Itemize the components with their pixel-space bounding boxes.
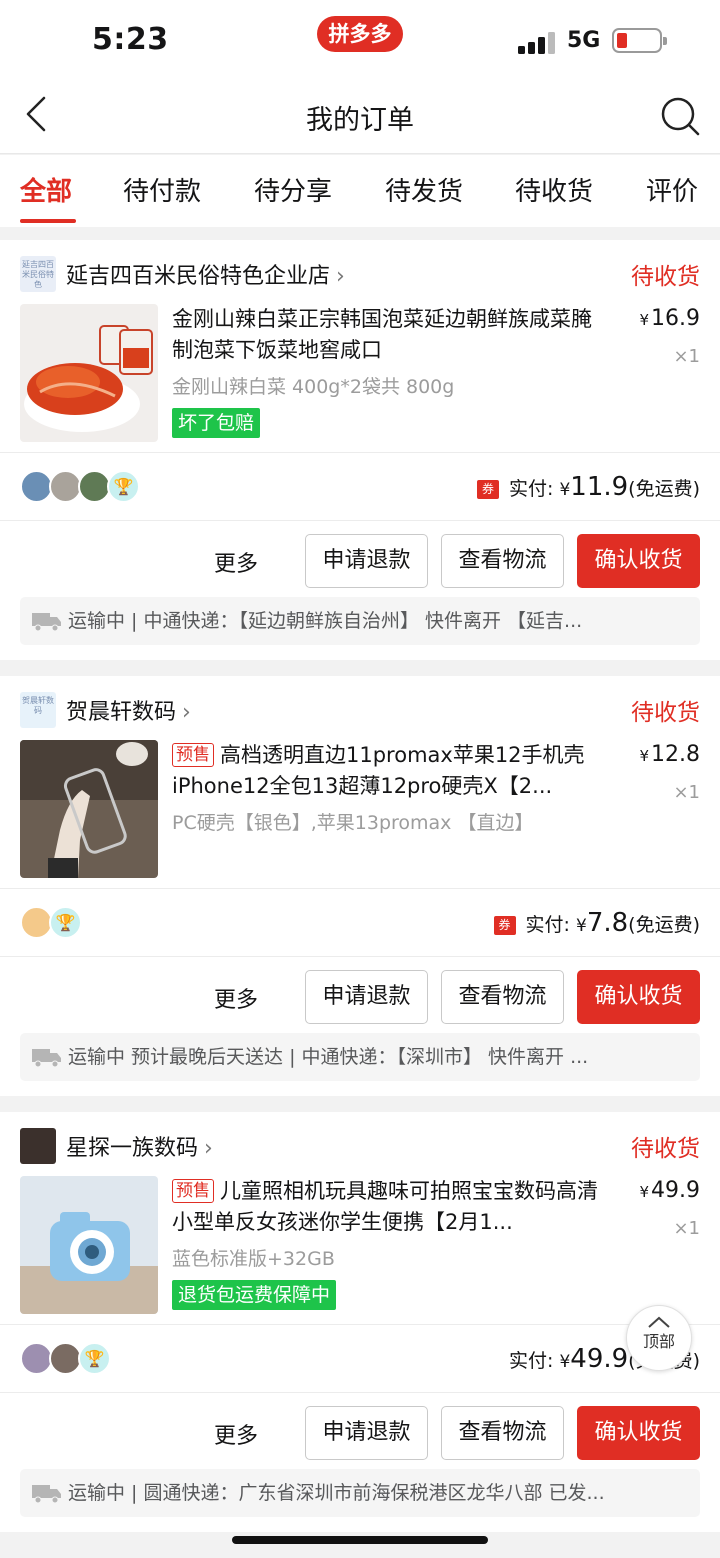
- logistics-info[interactable]: 运输中 | 中通快递：【延边朝鲜族自治州】 快件离开 【延吉...: [20, 597, 700, 645]
- chevron-right-icon: ›: [204, 1136, 213, 1161]
- product-thumbnail[interactable]: [20, 1176, 158, 1314]
- status-bar: 5:23 拼多多 5G: [0, 0, 720, 80]
- presale-badge: 预售: [172, 743, 214, 767]
- actual-payment: 券实付: ¥11.9(免运费): [477, 472, 700, 502]
- store-logo: 贺晨轩数码: [20, 692, 56, 728]
- product-title[interactable]: 金刚山辣白菜正宗韩国泡菜延边朝鲜族咸菜腌制泡菜下饭菜地窖咸口: [172, 304, 612, 366]
- store-name[interactable]: 星探一族数码 ›: [66, 1130, 213, 1162]
- tab-pending-receipt[interactable]: 待收货: [515, 171, 593, 208]
- truck-icon: [32, 1485, 61, 1503]
- chevron-right-icon: ›: [336, 264, 345, 289]
- product-quantity: ×1: [673, 346, 700, 367]
- home-indicator: [232, 1536, 488, 1544]
- product-thumbnail[interactable]: [20, 304, 158, 442]
- product-spec: 蓝色标准版+32GB: [172, 1248, 335, 1270]
- product-spec: PC硬壳【银色】,苹果13promax 【直边】: [172, 812, 534, 834]
- confirm-receipt-button[interactable]: 确认收货: [577, 1406, 700, 1460]
- order-card: 星探一族数码 › 待收货 预售 儿童照相机玩具趣味可拍照宝宝数码高清小型单反女孩迷你…: [0, 1112, 720, 1532]
- more-button[interactable]: 更多: [214, 982, 258, 1014]
- view-logistics-button[interactable]: 查看物流: [441, 534, 564, 588]
- trophy-icon: 🏆: [107, 470, 140, 503]
- truck-icon: [32, 613, 61, 631]
- product-thumbnail[interactable]: [20, 740, 158, 878]
- store-name[interactable]: 延吉四百米民俗特色企业店 ›: [66, 258, 345, 290]
- logistics-info[interactable]: 运输中 预计最晚后天送达 | 中通快递：【深圳市】 快件离开 ...: [20, 1033, 700, 1081]
- tab-pending-share[interactable]: 待分享: [254, 171, 332, 208]
- search-icon[interactable]: [660, 96, 700, 136]
- product-quantity: ×1: [673, 782, 700, 803]
- guarantee-badge: 坏了包赔: [172, 408, 261, 438]
- app-badge: 拼多多: [317, 16, 403, 52]
- logistics-info[interactable]: 运输中 | 圆通快递：广东省深圳市前海保税港区龙华八部 已发...: [20, 1469, 700, 1517]
- confirm-receipt-button[interactable]: 确认收货: [577, 534, 700, 588]
- tab-all[interactable]: 全部: [20, 171, 72, 208]
- buyer-avatars: 🏆: [20, 1342, 160, 1376]
- battery-icon: [612, 28, 667, 53]
- trophy-icon: 🏆: [49, 906, 82, 939]
- order-actions: 更多 申请退款 查看物流 确认收货: [0, 1406, 720, 1460]
- store-row[interactable]: 延吉四百米民俗特色 延吉四百米民俗特色企业店 › 待收货: [0, 240, 720, 304]
- order-card: 贺晨轩数码 贺晨轩数码 › 待收货 预售 高档透明直边11promax苹果12手机壳…: [0, 676, 720, 1096]
- product-title[interactable]: 预售 高档透明直边11promax苹果12手机壳iPhone12全包13超薄12p…: [172, 740, 612, 802]
- buyer-avatars: 🏆: [20, 906, 160, 940]
- truck-icon: [32, 1049, 61, 1067]
- order-status: 待收货: [631, 700, 700, 726]
- chevron-up-icon: [648, 1316, 670, 1328]
- status-time: 5:23: [92, 22, 169, 57]
- confirm-receipt-button[interactable]: 确认收货: [577, 970, 700, 1024]
- back-to-top-button[interactable]: 顶部: [626, 1305, 692, 1371]
- coupon-icon: 券: [493, 916, 516, 935]
- refund-button[interactable]: 申请退款: [305, 1406, 428, 1460]
- store-name[interactable]: 贺晨轩数码 ›: [66, 694, 191, 726]
- refund-button[interactable]: 申请退款: [305, 970, 428, 1024]
- page-title: 我的订单: [306, 105, 414, 136]
- coupon-icon: 券: [477, 480, 499, 499]
- buyer-avatars: 🏆: [20, 470, 160, 504]
- network-type: 5G: [567, 28, 601, 53]
- product-quantity: ×1: [673, 1218, 700, 1239]
- order-tabs: 全部 待付款 待分享 待发货 待收货 评价: [0, 155, 720, 227]
- presale-badge: 预售: [172, 1179, 214, 1203]
- more-button[interactable]: 更多: [214, 546, 258, 578]
- order-card: 延吉四百米民俗特色 延吉四百米民俗特色企业店 › 待收货 金刚山辣白菜正宗韩国泡菜…: [0, 240, 720, 660]
- store-row[interactable]: 星探一族数码 › 待收货: [0, 1112, 720, 1176]
- chevron-right-icon: ›: [182, 700, 191, 725]
- actual-payment: 券实付: ¥7.8(免运费): [493, 908, 700, 938]
- store-logo: 延吉四百米民俗特色: [20, 256, 56, 292]
- product-title[interactable]: 预售 儿童照相机玩具趣味可拍照宝宝数码高清小型单反女孩迷你学生便携【2月1...: [172, 1176, 612, 1238]
- guarantee-badge: 退货包运费保障中: [172, 1280, 337, 1310]
- order-actions: 更多 申请退款 查看物流 确认收货: [0, 970, 720, 1024]
- cellular-signal-icon: [518, 32, 558, 54]
- tab-pending-payment[interactable]: 待付款: [123, 171, 201, 208]
- order-status: 待收货: [631, 264, 700, 290]
- order-status: 待收货: [631, 1136, 700, 1162]
- product-price: ¥12.8: [639, 742, 700, 767]
- trophy-icon: 🏆: [78, 1342, 111, 1375]
- store-row[interactable]: 贺晨轩数码 贺晨轩数码 › 待收货: [0, 676, 720, 740]
- product-price: ¥49.9: [639, 1178, 700, 1203]
- store-logo: [20, 1128, 56, 1164]
- product-spec: 金刚山辣白菜 400g*2袋共 800g: [172, 376, 455, 398]
- refund-button[interactable]: 申请退款: [305, 534, 428, 588]
- tab-pending-shipment[interactable]: 待发货: [385, 171, 463, 208]
- view-logistics-button[interactable]: 查看物流: [441, 1406, 564, 1460]
- order-actions: 更多 申请退款 查看物流 确认收货: [0, 534, 720, 588]
- view-logistics-button[interactable]: 查看物流: [441, 970, 564, 1024]
- nav-bar: 我的订单: [0, 80, 720, 154]
- product-price: ¥16.9: [639, 306, 700, 331]
- tab-review[interactable]: 评价: [646, 171, 698, 208]
- more-button[interactable]: 更多: [214, 1418, 258, 1450]
- active-tab-indicator: [20, 219, 76, 223]
